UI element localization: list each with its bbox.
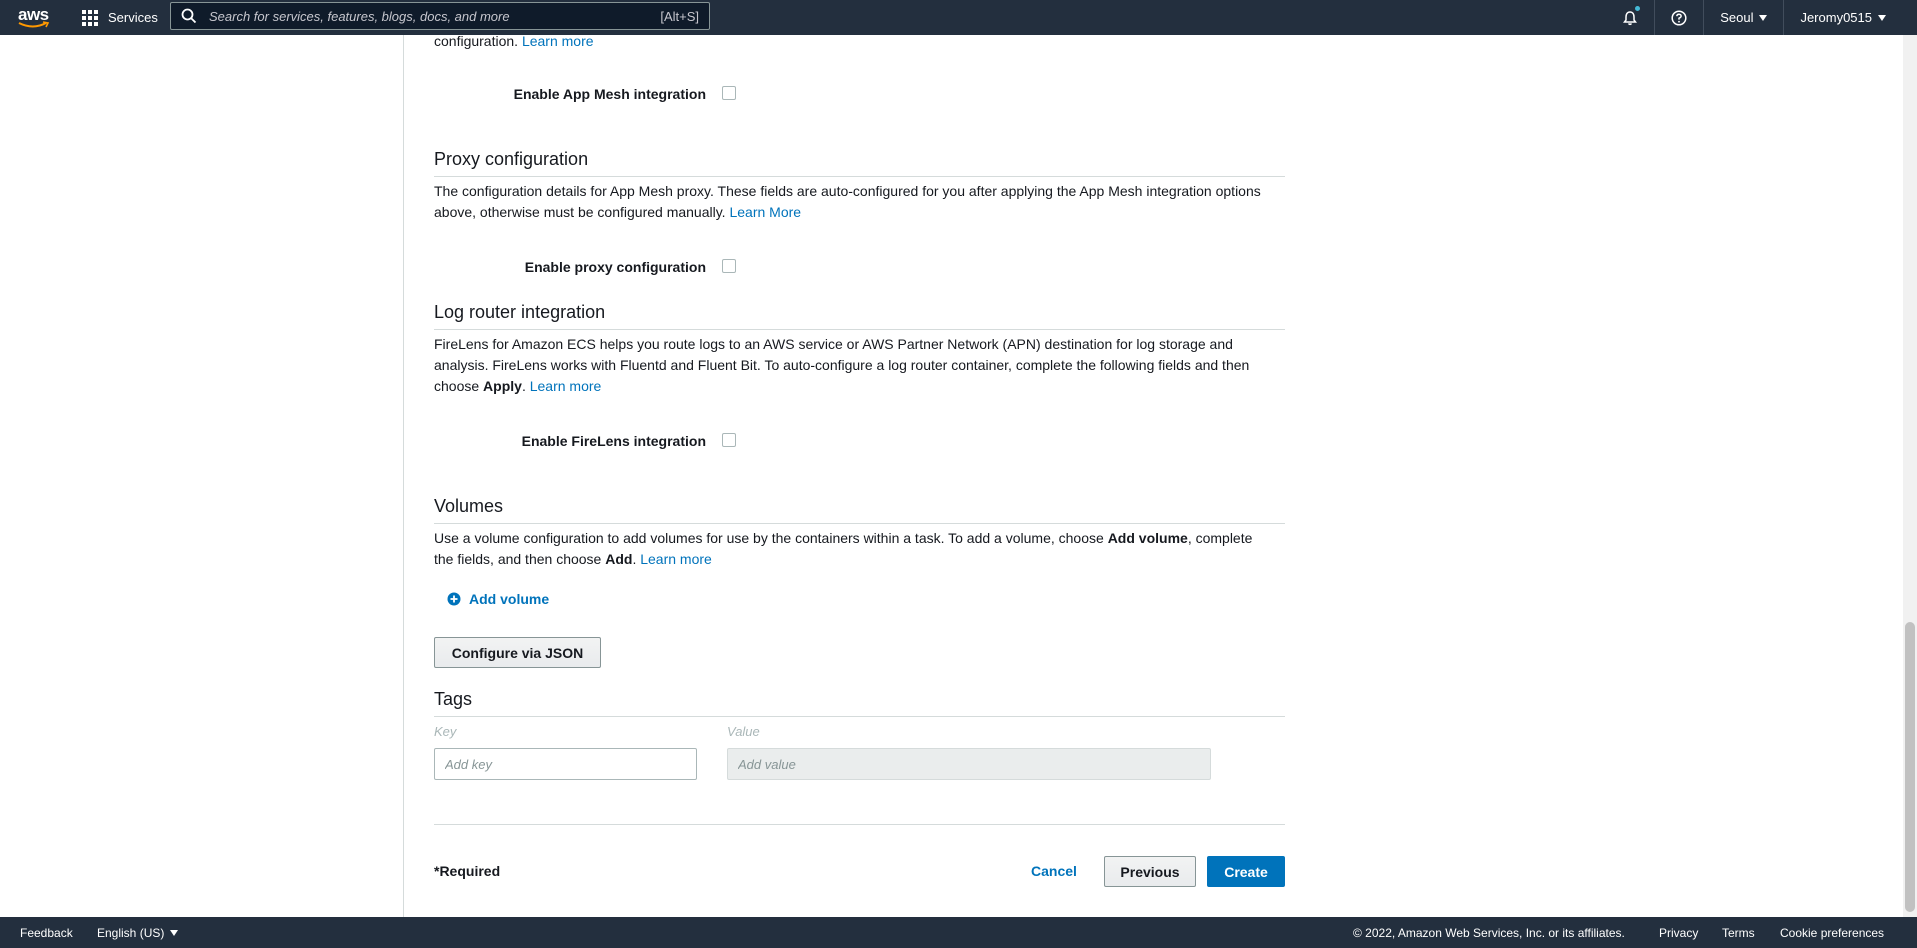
- proxy-description: The configuration details for App Mesh p…: [434, 181, 1285, 223]
- language-label: English (US): [97, 925, 165, 940]
- log-router-description: FireLens for Amazon ECS helps you route …: [434, 334, 1285, 397]
- log-router-desc-pre: choose: [434, 378, 480, 394]
- nav-right-group: Seoul Jeromy0515: [1606, 0, 1917, 35]
- proxy-learn-more-link[interactable]: Learn More: [729, 204, 801, 220]
- log-router-desc-line1: FireLens for Amazon ECS helps you route …: [434, 336, 1233, 352]
- app-mesh-description: configuration. Learn more: [434, 31, 594, 52]
- search-shortcut-hint: [Alt+S]: [660, 8, 699, 24]
- tag-key-input[interactable]: [434, 748, 697, 780]
- services-menu-button[interactable]: Services: [82, 0, 158, 35]
- privacy-link[interactable]: Privacy: [1659, 926, 1698, 940]
- log-router-desc-apply: Apply: [483, 378, 522, 394]
- volumes-desc-add-volume: Add volume: [1107, 530, 1188, 546]
- account-menu[interactable]: Jeromy0515: [1784, 0, 1917, 35]
- proxy-desc-line2: above, otherwise must be configured manu…: [434, 204, 726, 220]
- terms-link[interactable]: Terms: [1722, 926, 1755, 940]
- bell-icon: [1623, 10, 1638, 25]
- console-footer: Feedback English (US) © 2022, Amazon Web…: [0, 917, 1917, 948]
- proxy-desc-line2-wrap: above, otherwise must be configured manu…: [434, 202, 1285, 223]
- top-navigation: aws Services [Alt+S]: [0, 0, 1917, 35]
- proxy-desc-line1: The configuration details for App Mesh p…: [434, 183, 1261, 199]
- caret-down-icon: [1759, 14, 1768, 21]
- previous-button[interactable]: Previous: [1104, 856, 1196, 887]
- tag-key-header: Key: [434, 724, 457, 739]
- volumes-desc-line2-post: .: [632, 551, 637, 567]
- services-label: Services: [108, 10, 158, 25]
- account-username: Jeromy0515: [1800, 10, 1872, 25]
- help-button[interactable]: [1655, 0, 1703, 35]
- enable-proxy-checkbox[interactable]: [722, 259, 736, 273]
- log-router-heading: Log router integration: [434, 302, 606, 322]
- section-divider: [434, 329, 1285, 330]
- section-divider: [434, 523, 1285, 524]
- enable-app-mesh-label: Enable App Mesh integration: [513, 86, 706, 102]
- log-router-desc-line2: analysis. FireLens works with Fluentd an…: [434, 357, 1250, 373]
- add-volume-label: Add volume: [469, 591, 550, 607]
- plus-circle-icon: [447, 592, 461, 606]
- grid-icon: [82, 9, 98, 26]
- log-router-desc-line3: choose Apply. Learn more: [434, 376, 1285, 397]
- log-router-desc-post: .: [521, 378, 526, 394]
- volumes-description: Use a volume configuration to add volume…: [434, 528, 1285, 570]
- app-mesh-desc-text: configuration.: [434, 33, 519, 49]
- copyright-text: © 2022, Amazon Web Services, Inc. or its…: [1353, 925, 1625, 940]
- search-icon: [181, 8, 197, 24]
- tag-value-header: Value: [727, 724, 760, 739]
- section-divider: [434, 716, 1285, 717]
- proxy-configuration-heading: Proxy configuration: [434, 149, 589, 169]
- volumes-heading: Volumes: [434, 496, 504, 516]
- aws-smile-icon: [18, 21, 50, 28]
- cookie-preferences-link[interactable]: Cookie preferences: [1780, 926, 1884, 940]
- side-panel-divider: [403, 35, 404, 917]
- enable-app-mesh-checkbox[interactable]: [722, 86, 736, 100]
- global-search[interactable]: [Alt+S]: [170, 2, 710, 30]
- add-volume-button[interactable]: Add volume: [447, 591, 549, 607]
- notification-dot: [1635, 6, 1641, 11]
- cancel-button[interactable]: Cancel: [1031, 863, 1077, 879]
- tag-value-input[interactable]: [727, 748, 1211, 780]
- required-note: *Required: [434, 863, 501, 879]
- caret-down-icon: [1878, 14, 1886, 21]
- region-label: Seoul: [1720, 10, 1754, 25]
- notifications-button[interactable]: [1606, 0, 1654, 35]
- enable-proxy-label: Enable proxy configuration: [524, 259, 706, 275]
- volumes-desc-line2: the fields, and then choose Add. Learn m…: [434, 549, 1285, 570]
- configure-via-json-button[interactable]: Configure via JSON: [434, 637, 601, 668]
- actions-divider: [434, 824, 1285, 825]
- volumes-desc-line2-pre: the fields, and then choose: [434, 551, 602, 567]
- create-button[interactable]: Create: [1207, 856, 1285, 887]
- enable-firelens-label: Enable FireLens integration: [521, 433, 706, 449]
- volumes-desc-line1-pre: Use a volume configuration to add volume…: [434, 530, 1104, 546]
- volumes-desc-line1-post: , complete: [1187, 530, 1253, 546]
- region-selector[interactable]: Seoul: [1704, 0, 1783, 35]
- language-selector[interactable]: English (US): [97, 925, 179, 940]
- volumes-learn-more-link[interactable]: Learn more: [640, 551, 712, 567]
- help-icon: [1671, 9, 1687, 26]
- aws-logo[interactable]: aws: [17, 5, 51, 31]
- log-router-learn-more-link[interactable]: Learn more: [530, 378, 602, 394]
- tags-heading: Tags: [434, 689, 473, 709]
- app-mesh-learn-more-link[interactable]: Learn more: [522, 33, 594, 49]
- volumes-desc-add: Add: [605, 551, 633, 567]
- scrollbar-thumb[interactable]: [1905, 622, 1915, 912]
- feedback-link[interactable]: Feedback: [20, 926, 73, 940]
- section-divider: [434, 176, 1285, 177]
- search-input[interactable]: [207, 7, 661, 25]
- enable-firelens-checkbox[interactable]: [722, 433, 736, 447]
- volumes-desc-line1: Use a volume configuration to add volume…: [434, 528, 1285, 549]
- caret-down-icon: [170, 929, 179, 936]
